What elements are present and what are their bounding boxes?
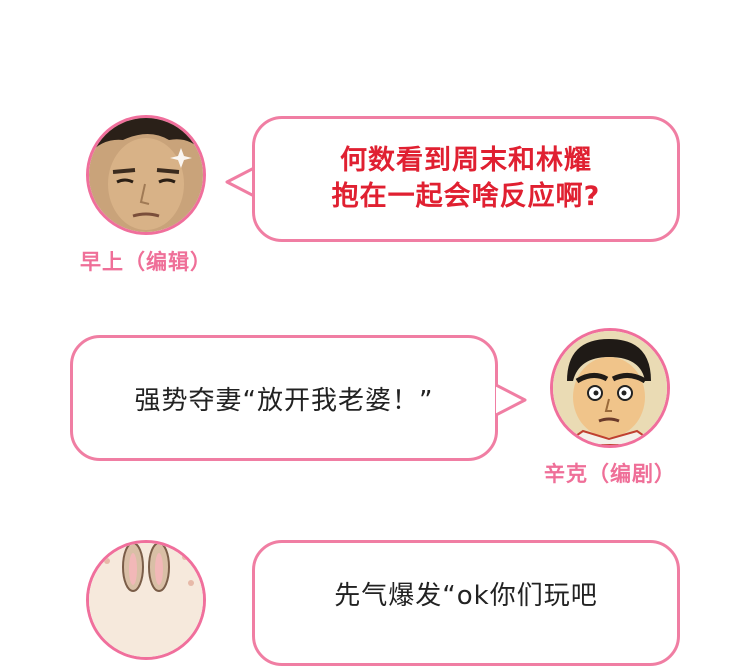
speech-bubble-question: 何数看到周末和林耀 抱在一起会啥反应啊? (252, 116, 680, 242)
cartoon-man-avatar (550, 328, 670, 448)
speaker-name-writer: 辛克（编剧） (544, 462, 676, 486)
question-text: 何数看到周末和林耀 抱在一起会啥反应啊? (331, 145, 601, 212)
answer-2-text: 先气爆发“ok你们玩吧 (334, 581, 598, 611)
editor-face-avatar (86, 115, 206, 235)
rabbit-avatar (86, 540, 206, 660)
answer-1-text: 强势夺妻“放开我老婆！” (134, 385, 434, 416)
speech-bubble-answer-2: 先气爆发“ok你们玩吧 (252, 540, 680, 666)
speaker-name-editor: 早上（编辑） (80, 250, 212, 274)
speech-bubble-answer-1: 强势夺妻“放开我老婆！” (70, 335, 498, 461)
speech-bubble-tail (495, 384, 527, 416)
